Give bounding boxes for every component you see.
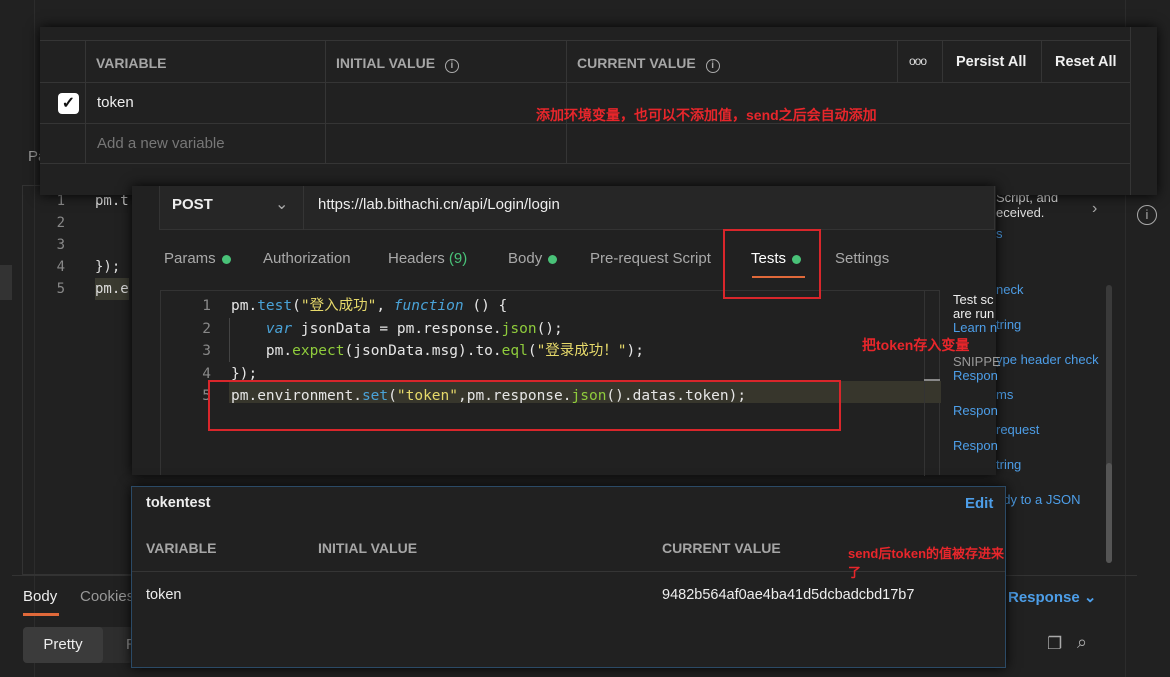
chevron-down-icon[interactable]: ⌄	[275, 194, 288, 214]
variable-header: VARIABLE	[146, 540, 217, 556]
snippet-link[interactable]: ody to a JSON	[996, 492, 1081, 507]
background-code: pm.t }); pm.e	[95, 190, 129, 300]
request-panel: POST ⌄ https://lab.bithachi.cn/api/Login…	[132, 186, 1001, 476]
current-value-header: CURRENT VALUE i	[577, 55, 720, 73]
info-icon[interactable]: i	[1137, 205, 1157, 225]
variable-header: VARIABLE	[96, 55, 167, 71]
variable-enabled-checkbox[interactable]: ✓	[58, 93, 79, 114]
snippet-link[interactable]: Respon	[953, 404, 1001, 418]
learn-more-link[interactable]: s	[996, 226, 1003, 241]
snippet-link[interactable]: tring	[996, 457, 1021, 472]
environment-quick-look: tokentest Edit VARIABLE INITIAL VALUE CU…	[131, 486, 1006, 668]
reset-all-button[interactable]: Reset All	[1055, 54, 1117, 70]
environment-name: tokentest	[146, 495, 211, 511]
annotation-add-variable: 添加环境变量，也可以不添加值，send之后会自动添加	[536, 107, 877, 123]
current-value-header: CURRENT VALUE	[662, 540, 781, 556]
save-response-button[interactable]: Response ⌄	[1008, 588, 1096, 606]
snippet-link[interactable]: Respon	[953, 439, 1001, 453]
variable-name-cell: token	[146, 587, 182, 603]
snippet-link[interactable]: ype header check	[996, 352, 1099, 367]
persist-all-button[interactable]: Persist All	[956, 54, 1026, 70]
add-variable-input[interactable]: Add a new variable	[97, 135, 225, 152]
tab-pre-request-script[interactable]: Pre-request Script	[590, 250, 711, 267]
info-icon[interactable]: i	[705, 59, 720, 73]
initial-value-header: INITIAL VALUE	[318, 540, 418, 556]
highlight-set-token-line	[208, 380, 841, 431]
annotation-token-saved: send后token的值被存进来了	[848, 546, 1005, 580]
background-line-numbers: 12345	[56, 193, 65, 297]
chevron-right-icon[interactable]: ›	[1092, 200, 1097, 218]
method-select[interactable]: POST	[172, 196, 213, 213]
copy-icon[interactable]: ❐	[1047, 634, 1062, 654]
snippet-link[interactable]: request	[996, 422, 1039, 437]
response-body-tab[interactable]: Body	[23, 588, 57, 605]
url-bar: POST ⌄ https://lab.bithachi.cn/api/Login…	[159, 186, 995, 230]
tab-settings[interactable]: Settings	[835, 250, 889, 267]
snippet-panel: Test sc are run Learn n SNIPPE Respon Res…	[953, 292, 1001, 453]
highlight-tests-tab	[723, 229, 821, 299]
learn-more-link[interactable]: Learn n	[953, 321, 1001, 335]
current-value-cell: 9482b564af0ae4ba41d5dcbadcbd17b7	[662, 587, 915, 603]
scrollbar[interactable]	[1106, 285, 1112, 563]
info-icon[interactable]: i	[444, 59, 459, 73]
tab-params[interactable]: Params	[164, 250, 231, 267]
tab-headers[interactable]: Headers (9)	[388, 250, 467, 267]
variable-name-cell[interactable]: token	[97, 94, 134, 111]
more-options-button[interactable]: ooo	[909, 54, 927, 68]
annotation-store-token: 把token存入变量	[862, 337, 970, 353]
tab-authorization[interactable]: Authorization	[263, 250, 351, 267]
response-cookies-tab[interactable]: Cookies	[80, 588, 134, 605]
environment-editor: VARIABLE INITIAL VALUE i CURRENT VALUE i…	[40, 27, 1157, 195]
initial-value-header: INITIAL VALUE i	[336, 55, 459, 73]
search-icon[interactable]: ⌕	[1077, 632, 1087, 653]
snippet-link[interactable]: Respon	[953, 369, 1001, 383]
edit-environment-button[interactable]: Edit	[965, 495, 993, 512]
tab-body[interactable]: Body	[508, 250, 558, 267]
url-input[interactable]: https://lab.bithachi.cn/api/Login/login	[318, 196, 560, 213]
pretty-button[interactable]: Pretty	[23, 627, 103, 663]
